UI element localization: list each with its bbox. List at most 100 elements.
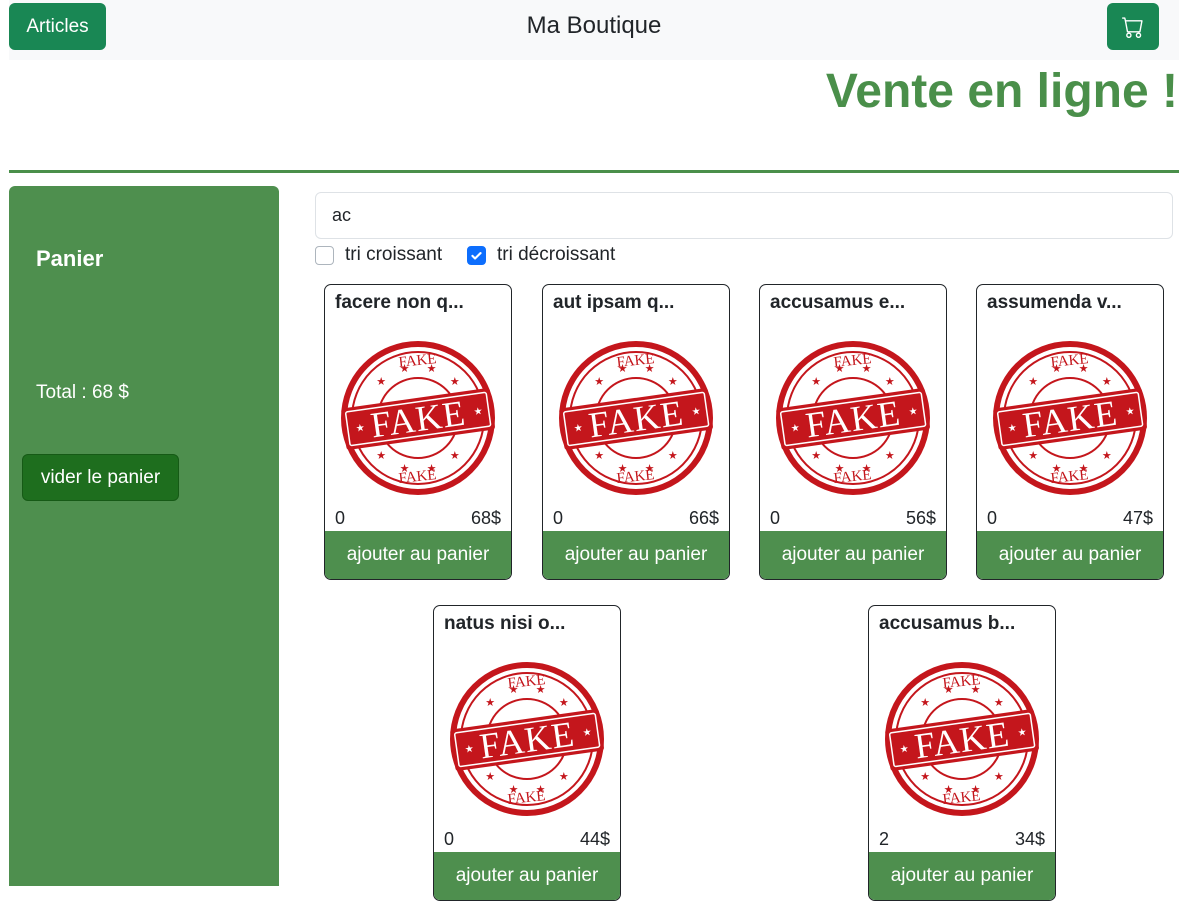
svg-text:★: ★ (450, 450, 460, 462)
svg-text:★: ★ (559, 697, 569, 709)
search-input[interactable]: ac (315, 192, 1173, 239)
cart-button[interactable] (1107, 3, 1159, 50)
svg-text:★: ★ (994, 697, 1004, 709)
svg-text:★: ★ (1052, 463, 1062, 475)
svg-text:★: ★ (811, 376, 821, 388)
svg-text:★: ★ (811, 450, 821, 462)
product-card: aut ipsam q... FAKE FAKE ★ ★ ★ ★ ★ ★ ★ ★ FAKE ★ ★ 0 … (542, 284, 730, 580)
svg-text:★: ★ (536, 784, 546, 796)
add-to-cart-button[interactable]: ajouter au panier (869, 852, 1055, 900)
svg-text:★: ★ (862, 463, 872, 475)
cart-icon (1122, 16, 1143, 38)
svg-text:★: ★ (1028, 376, 1038, 388)
svg-text:★: ★ (1028, 450, 1038, 462)
svg-text:★: ★ (427, 363, 437, 375)
svg-text:★: ★ (971, 784, 981, 796)
add-to-cart-button[interactable]: ajouter au panier (325, 531, 511, 579)
svg-text:★: ★ (594, 450, 604, 462)
svg-text:★: ★ (908, 406, 918, 418)
product-quantity: 2 (879, 829, 890, 849)
product-quantity: 0 (987, 508, 998, 528)
sort-asc-label: tri croissant (345, 244, 443, 265)
sort-asc-checkbox[interactable]: tri croissant (315, 244, 442, 266)
fake-stamp-image: FAKEFAKE★★★★★★ ★★FAKE★★ (559, 341, 713, 495)
svg-text:★: ★ (573, 423, 583, 435)
fake-stamp-image: FAKEFAKE★★★★★★ ★★FAKE★★ (341, 341, 495, 495)
checkbox-box-checked[interactable] (467, 245, 486, 265)
svg-text:★: ★ (618, 463, 628, 475)
product-title: assumenda v... (987, 292, 1122, 313)
product-title: facere non q... (335, 292, 464, 313)
svg-text:★: ★ (1079, 463, 1089, 475)
svg-text:★: ★ (944, 684, 954, 696)
svg-text:★: ★ (485, 697, 495, 709)
svg-text:★: ★ (862, 363, 872, 375)
product-price: 68$ (470, 508, 501, 528)
svg-text:★: ★ (473, 406, 483, 418)
checkmark-icon (471, 251, 482, 260)
checkbox-box[interactable] (315, 245, 334, 265)
svg-text:★: ★ (376, 376, 386, 388)
header-divider (9, 170, 1179, 173)
product-card: accusamus b... FAKE FAKE ★ ★ ★ ★ ★ ★ ★ ★ FAKE ★ ★ 2 … (868, 605, 1056, 901)
cart-title: Panier (36, 246, 104, 271)
add-to-cart-button[interactable]: ajouter au panier (434, 852, 620, 900)
svg-text:★: ★ (582, 727, 592, 739)
product-quantity: 0 (770, 508, 781, 528)
svg-text:★: ★ (464, 744, 474, 756)
svg-text:★: ★ (920, 771, 930, 783)
product-price: 44$ (579, 829, 610, 849)
empty-cart-button[interactable]: vider le panier (22, 454, 179, 501)
svg-text:★: ★ (944, 784, 954, 796)
svg-text:★: ★ (559, 771, 569, 783)
svg-text:★: ★ (691, 406, 701, 418)
svg-text:★: ★ (536, 684, 546, 696)
add-to-cart-button[interactable]: ajouter au panier (977, 531, 1163, 579)
svg-text:★: ★ (1102, 450, 1112, 462)
add-to-cart-button[interactable]: ajouter au panier (760, 531, 946, 579)
product-quantity: 0 (553, 508, 564, 528)
svg-text:★: ★ (400, 463, 410, 475)
svg-text:★: ★ (1052, 363, 1062, 375)
sort-desc-checkbox[interactable]: tri décroissant (467, 244, 615, 266)
svg-text:★: ★ (899, 744, 909, 756)
svg-text:★: ★ (645, 463, 655, 475)
product-price: 34$ (1014, 829, 1045, 849)
cart-sidebar: Panier Total : 68 $ vider le panier (9, 186, 279, 886)
svg-text:★: ★ (509, 784, 519, 796)
product-card: assumenda v... FAKE FAKE ★ ★ ★ ★ ★ ★ ★ ★ FAKE ★ ★ 0 … (976, 284, 1164, 580)
svg-text:★: ★ (618, 363, 628, 375)
page-headline: Vente en ligne ! (825, 65, 1178, 118)
product-quantity: 0 (444, 829, 455, 849)
product-title: accusamus e... (770, 292, 906, 313)
product-price: 47$ (1122, 508, 1153, 528)
svg-text:★: ★ (594, 376, 604, 388)
svg-text:★: ★ (1079, 363, 1089, 375)
product-price: 56$ (905, 508, 936, 528)
svg-text:★: ★ (790, 423, 800, 435)
svg-text:★: ★ (994, 771, 1004, 783)
svg-text:★: ★ (835, 463, 845, 475)
product-title: accusamus b... (879, 613, 1016, 634)
svg-text:★: ★ (1017, 727, 1027, 739)
svg-text:★: ★ (427, 463, 437, 475)
svg-text:★: ★ (1007, 423, 1017, 435)
svg-text:★: ★ (1102, 376, 1112, 388)
svg-text:★: ★ (485, 771, 495, 783)
product-quantity: 0 (335, 508, 346, 528)
product-card: facere non q... FAKE FAKE ★ ★ ★ ★ ★ ★ ★ ★ FAKE ★ ★ 0… (324, 284, 512, 580)
svg-text:★: ★ (920, 697, 930, 709)
product-price: 66$ (688, 508, 719, 528)
fake-stamp-image: FAKEFAKE★★★★★★ ★★FAKE★★ (993, 341, 1147, 495)
product-card: natus nisi o... FAKE FAKE ★ ★ ★ ★ ★ ★ ★ ★ FAKE ★ ★ 0… (433, 605, 621, 901)
svg-text:★: ★ (885, 450, 895, 462)
svg-text:★: ★ (355, 423, 365, 435)
sort-desc-label: tri décroissant (497, 244, 616, 265)
svg-text:★: ★ (835, 363, 845, 375)
cart-total: Total : 68 $ (36, 382, 129, 403)
product-title: aut ipsam q... (553, 292, 675, 313)
fake-stamp-image: FAKEFAKE★★★★★★ ★★FAKE★★ (450, 662, 604, 816)
svg-text:★: ★ (376, 450, 386, 462)
add-to-cart-button[interactable]: ajouter au panier (543, 531, 729, 579)
svg-text:★: ★ (400, 363, 410, 375)
